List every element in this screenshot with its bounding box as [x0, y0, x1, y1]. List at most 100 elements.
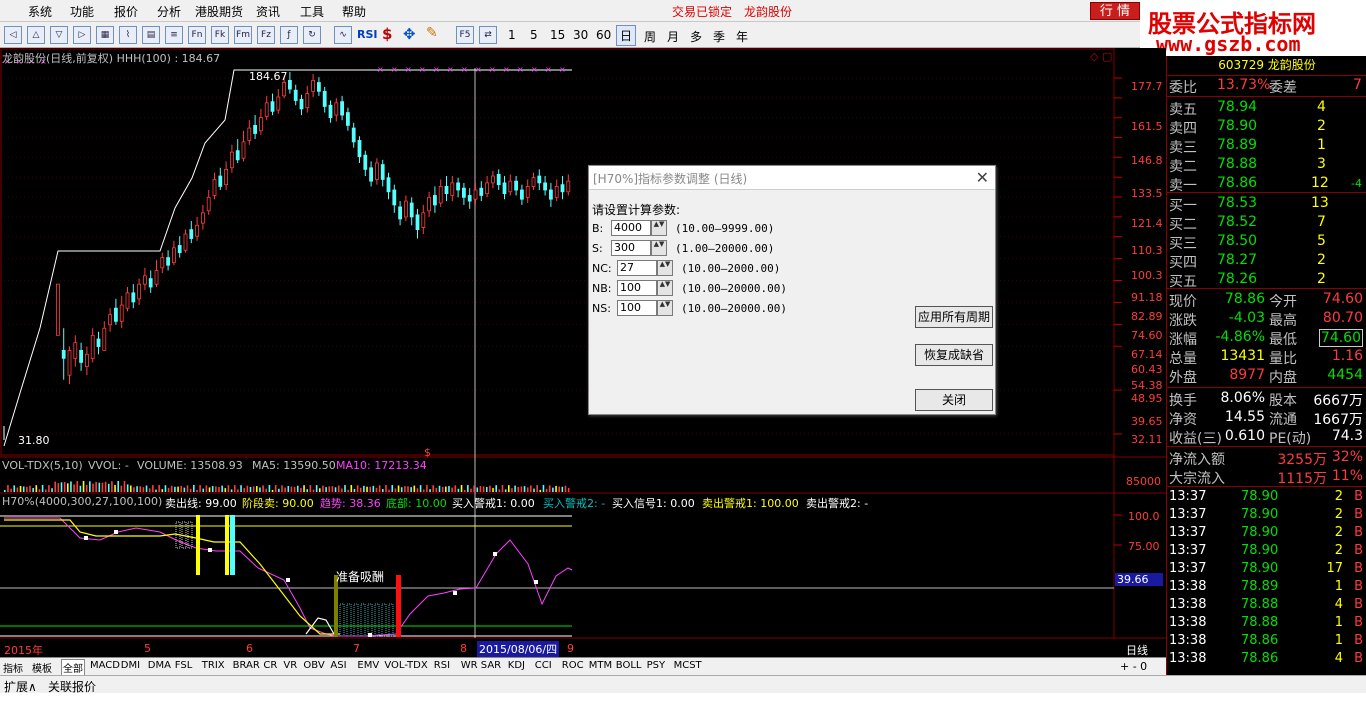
zoom-controls[interactable]: + - 0 — [1120, 660, 1147, 673]
dialog-titlebar[interactable]: [H70%]指标参数调整 (日线) ✕ — [589, 166, 995, 190]
restore-default-button[interactable]: 恢复成缺省 — [915, 344, 993, 366]
indicator-tab[interactable]: MCST — [674, 660, 702, 671]
param-value-input[interactable]: 27 — [617, 260, 657, 276]
wave-icon[interactable]: ∿ — [334, 26, 352, 44]
volume-bar — [183, 487, 186, 492]
indicator-tab[interactable]: EMV — [357, 660, 379, 671]
param-value-input[interactable]: 4000 — [611, 220, 651, 236]
menu-hk-futures[interactable]: 港股期货 — [195, 3, 243, 20]
param-spinner[interactable]: ▲▼ — [657, 260, 673, 276]
volume-bar — [334, 487, 337, 492]
param-value-input[interactable]: 100 — [617, 300, 657, 316]
indicator-tab[interactable]: DMI — [121, 660, 140, 671]
fx-icon[interactable]: ƒ — [280, 26, 298, 44]
menu-news[interactable]: 资讯 — [256, 3, 280, 20]
indicator-tab[interactable]: BOLL — [616, 660, 642, 671]
fk-icon[interactable]: Fk — [211, 26, 229, 44]
period-quarter[interactable]: 季 — [713, 28, 725, 45]
period-1min[interactable]: 1 — [508, 28, 516, 42]
indicator-tab[interactable]: KDJ — [508, 660, 525, 671]
indicator-tab[interactable]: VOL-TDX — [384, 660, 427, 671]
dollar-icon[interactable]: $ — [382, 25, 392, 43]
volume-bar — [558, 486, 560, 492]
move-icon[interactable]: ✥ — [403, 25, 416, 43]
indicator-tab[interactable]: 全部 — [61, 659, 85, 676]
menu-function[interactable]: 功能 — [70, 3, 94, 20]
close-icon[interactable]: ✕ — [976, 168, 989, 187]
param-spinner[interactable]: ▲▼ — [657, 300, 673, 316]
grid-icon[interactable]: ▦ — [96, 26, 114, 44]
period-month[interactable]: 月 — [667, 28, 679, 45]
quote-mode-button[interactable]: 行 情 — [1090, 2, 1140, 20]
indicator-tab[interactable]: CR — [263, 660, 277, 671]
indicator-tab[interactable]: BRAR — [233, 660, 260, 671]
down-icon[interactable]: ▽ — [50, 26, 68, 44]
volume-bar — [492, 488, 494, 492]
fn-icon[interactable]: Fn — [188, 26, 206, 44]
param-spinner[interactable]: ▲▼ — [651, 240, 667, 256]
menu-quote[interactable]: 报价 — [114, 3, 138, 20]
fz-icon[interactable]: Fz — [257, 26, 275, 44]
bar-chart-icon[interactable]: ▤ — [142, 26, 160, 44]
indicator-tab[interactable]: TRIX — [202, 660, 225, 671]
volume-bar — [441, 486, 444, 492]
indicator-tab[interactable]: MACD — [90, 660, 120, 671]
indicator-tab[interactable]: SAR — [481, 660, 501, 671]
line-chart-icon[interactable]: ⌇ — [119, 26, 137, 44]
indicator-tab[interactable]: ROC — [562, 660, 584, 671]
swap-icon[interactable]: ⇄ — [479, 26, 497, 44]
indicator-tab[interactable]: PSY — [647, 660, 666, 671]
back-icon[interactable]: ◁ — [4, 26, 22, 44]
quote-header: 603729 龙韵股份 — [1218, 58, 1316, 72]
period-30min[interactable]: 30 — [573, 28, 588, 42]
menu-help[interactable]: 帮助 — [342, 3, 366, 20]
menu-tools[interactable]: 工具 — [300, 3, 324, 20]
period-week[interactable]: 周 — [644, 28, 656, 45]
list-icon[interactable]: ≡ — [165, 26, 183, 44]
apply-all-periods-button[interactable]: 应用所有周期 — [915, 306, 993, 328]
volume-bar — [51, 488, 53, 492]
indicator-tab[interactable]: 模板 — [32, 660, 52, 675]
period-day[interactable]: 日 — [616, 25, 637, 46]
param-spinner[interactable]: ▲▼ — [651, 220, 667, 236]
price-tick: 48.95 — [1131, 392, 1163, 405]
indicator-tab[interactable]: ASI — [330, 660, 346, 671]
forward-icon[interactable]: ▷ — [73, 26, 91, 44]
period-15min[interactable]: 15 — [550, 28, 565, 42]
f5-icon[interactable]: F5 — [456, 26, 474, 44]
indicator-tab[interactable]: WR — [461, 660, 478, 671]
tick-row: 13:37 78.90 2 B — [1169, 525, 1363, 540]
refresh-icon[interactable]: ↻ — [303, 26, 321, 44]
dialog-close-button[interactable]: 关闭 — [915, 389, 993, 411]
param-value-input[interactable]: 100 — [617, 280, 657, 296]
rsi-icon[interactable]: RSI — [357, 28, 378, 41]
indicator-tab[interactable]: DMA — [148, 660, 171, 671]
period-60min[interactable]: 60 — [596, 28, 611, 42]
menu-system[interactable]: 系统 — [28, 3, 52, 20]
indicator-tab[interactable]: MTM — [589, 660, 612, 671]
period-year[interactable]: 年 — [736, 28, 748, 45]
indicator-tab[interactable]: FSL — [175, 660, 193, 671]
menu-analysis[interactable]: 分析 — [157, 3, 181, 20]
fm-icon[interactable]: Fm — [234, 26, 252, 44]
indicator-tab[interactable]: OBV — [303, 660, 324, 671]
up-icon[interactable]: △ — [27, 26, 45, 44]
volume-bar — [290, 486, 293, 492]
price-tick: 133.5 — [1131, 187, 1163, 200]
indicator-tab[interactable]: 指标 — [3, 660, 23, 675]
indicator-tab[interactable]: RSI — [434, 660, 450, 671]
xaxis-period: 日线 — [1126, 644, 1148, 657]
ind-axis-tick-100: 100.0 — [1128, 510, 1160, 523]
period-5min[interactable]: 5 — [530, 28, 538, 42]
period-multi[interactable]: 多 — [690, 28, 702, 45]
volume-bar — [514, 485, 516, 492]
indicator-tab[interactable]: CCI — [535, 660, 552, 671]
param-dialog[interactable]: [H70%]指标参数调整 (日线) ✕ 请设置计算参数: B: 4000 ▲▼ (10… — [588, 165, 996, 415]
indicator-tab[interactable]: VR — [283, 660, 297, 671]
ind-title-sell-warn2: 卖出警戒2: - — [806, 497, 869, 510]
pencil-icon[interactable]: ✎ — [426, 25, 438, 41]
panel-control-icons[interactable]: ◇ ▢ — [1090, 50, 1112, 63]
param-value-input[interactable]: 300 — [611, 240, 651, 256]
param-spinner[interactable]: ▲▼ — [657, 280, 673, 296]
sell-level-row: 卖三 78.89 1 — [1169, 137, 1326, 156]
